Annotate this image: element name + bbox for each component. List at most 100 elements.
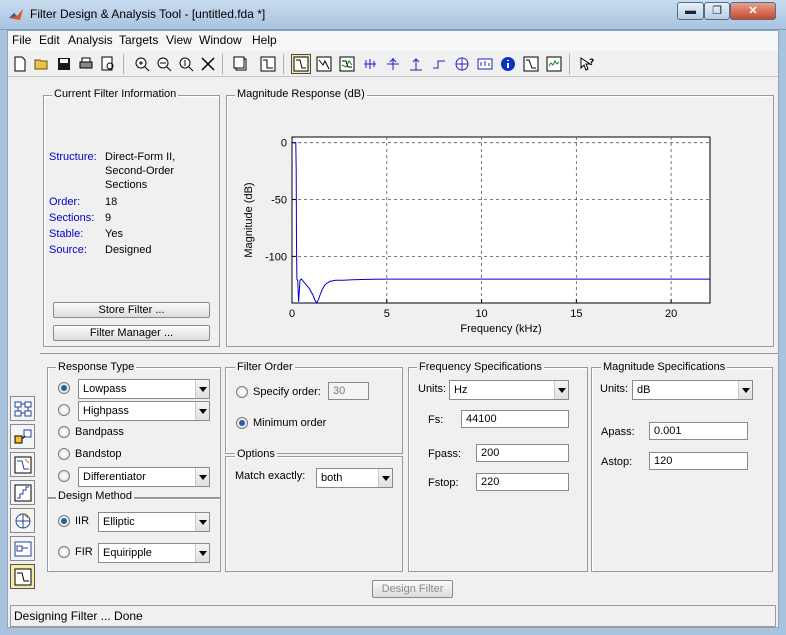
- fir-method-dropdown[interactable]: Equiripple: [98, 543, 210, 563]
- options-title: Options: [235, 448, 277, 460]
- iir-radio[interactable]: [58, 515, 70, 527]
- y-tick-label: -100: [265, 251, 287, 263]
- y-axis-label: Magnitude (dB): [243, 182, 255, 257]
- mag-units-label: Units:: [600, 383, 629, 395]
- lowpass-dropdown[interactable]: Lowpass: [78, 379, 210, 399]
- bandpass-radio[interactable]: [58, 426, 70, 438]
- freq-units-dropdown[interactable]: Hz: [449, 380, 569, 400]
- fs-input[interactable]: 44100: [461, 410, 569, 428]
- match-exactly-dropdown[interactable]: both: [316, 468, 393, 488]
- chevron-down-icon: [195, 468, 209, 486]
- menu-help[interactable]: Help: [252, 33, 277, 47]
- specify-order-input[interactable]: 30: [328, 382, 369, 400]
- toolbar: ?: [8, 51, 778, 77]
- phase-delay-icon[interactable]: [383, 54, 403, 74]
- magnitude-estimate-icon[interactable]: [521, 54, 541, 74]
- lowpass-radio[interactable]: [58, 382, 70, 394]
- design-method-title: Design Method: [56, 490, 134, 502]
- minimum-order-radio[interactable]: [236, 417, 248, 429]
- x-axis-label: Frequency (kHz): [460, 323, 541, 335]
- chevron-down-icon: [378, 469, 392, 487]
- lowpass-value: Lowpass: [83, 383, 127, 395]
- group-delay-icon[interactable]: [360, 54, 380, 74]
- highpass-radio[interactable]: [58, 404, 70, 416]
- menu-edit[interactable]: Edit: [39, 33, 60, 47]
- magnitude-response-plot[interactable]: 0 5 10 15 20 0 -50 -100 Frequency (kHz) Magnitude…: [227, 100, 773, 336]
- save-icon[interactable]: [54, 54, 74, 74]
- filter-manager-button[interactable]: Filter Manager ...: [53, 325, 210, 341]
- print-preview-icon[interactable]: [98, 54, 118, 74]
- mag-phase-icon[interactable]: [337, 54, 357, 74]
- menu-targets[interactable]: Targets: [119, 33, 158, 47]
- bandstop-radio[interactable]: [58, 448, 70, 460]
- impulse-response-icon[interactable]: [406, 54, 426, 74]
- differentiator-value: Differentiator: [83, 471, 146, 483]
- highpass-dropdown[interactable]: Highpass: [78, 401, 210, 421]
- sidebar-transform-filter[interactable]: [10, 396, 35, 421]
- mag-units-dropdown[interactable]: dB: [632, 380, 753, 400]
- full-view-icon[interactable]: [198, 54, 218, 74]
- order-value: 18: [105, 196, 118, 208]
- title-bar: Filter Design & Analysis Tool - [untitle…: [0, 0, 786, 30]
- frequency-specs-title: Frequency Specifications: [417, 361, 544, 373]
- block-diagram-icon: [14, 401, 31, 416]
- store-filter-button[interactable]: Store Filter ...: [53, 302, 210, 318]
- coefficients-icon[interactable]: [475, 54, 495, 74]
- y-tick-label: -50: [271, 195, 287, 207]
- new-file-icon[interactable]: [10, 54, 30, 74]
- sidebar-import-filter[interactable]: [10, 452, 35, 477]
- sidebar-quantization[interactable]: [10, 480, 35, 505]
- differentiator-dropdown[interactable]: Differentiator: [78, 467, 210, 487]
- differentiator-radio[interactable]: [58, 470, 70, 482]
- specify-order-radio[interactable]: [236, 386, 248, 398]
- fir-radio[interactable]: [58, 546, 70, 558]
- chevron-down-icon: [195, 402, 209, 420]
- design-filter-button[interactable]: Design Filter: [372, 580, 453, 598]
- bandstop-label: Bandstop: [75, 448, 122, 460]
- design-filter-icon: [14, 568, 31, 585]
- order-label: Order:: [49, 196, 81, 208]
- menu-view[interactable]: View: [166, 33, 192, 47]
- close-button[interactable]: ✕: [730, 2, 776, 20]
- x-tick-label: 10: [475, 308, 487, 320]
- current-filter-title: Current Filter Information: [52, 88, 179, 100]
- phase-response-icon[interactable]: [314, 54, 334, 74]
- filter-specs-icon[interactable]: [258, 54, 278, 74]
- highpass-value: Highpass: [83, 405, 129, 417]
- astop-input[interactable]: 120: [649, 452, 748, 470]
- maximize-button[interactable]: ❐: [704, 2, 730, 20]
- zoom-x-icon[interactable]: [154, 54, 174, 74]
- iir-method-dropdown[interactable]: Elliptic: [98, 512, 210, 532]
- fpass-input[interactable]: 200: [476, 444, 569, 462]
- stable-value: Yes: [105, 228, 123, 240]
- step-response-icon[interactable]: [429, 54, 449, 74]
- mag-units-value: dB: [637, 384, 651, 396]
- chevron-down-icon: [554, 381, 568, 399]
- structure-value-2: Second-Order: [105, 165, 175, 177]
- magnitude-response-icon[interactable]: [291, 54, 311, 74]
- chevron-down-icon: [195, 544, 209, 562]
- fstop-input[interactable]: 220: [476, 473, 569, 491]
- zoom-y-icon[interactable]: [176, 54, 196, 74]
- menu-file[interactable]: File: [12, 33, 31, 47]
- print-icon[interactable]: [76, 54, 96, 74]
- noise-power-icon[interactable]: [544, 54, 564, 74]
- menu-window[interactable]: Window: [199, 33, 242, 47]
- sidebar-create-multirate[interactable]: [10, 424, 35, 449]
- pole-zero-icon[interactable]: [452, 54, 472, 74]
- apass-input[interactable]: 0.001: [649, 422, 748, 440]
- info-icon[interactable]: [498, 54, 518, 74]
- structure-value: Direct-Form II,: [105, 151, 176, 163]
- bandpass-label: Bandpass: [75, 426, 124, 438]
- svg-text:?: ?: [589, 58, 594, 68]
- minimize-button[interactable]: ▬: [677, 2, 704, 20]
- new-figure-icon[interactable]: [230, 54, 250, 74]
- sidebar-design-filter[interactable]: [10, 564, 35, 589]
- whats-this-help-icon[interactable]: ?: [577, 54, 597, 74]
- sidebar-pole-zero-editor[interactable]: [10, 508, 35, 533]
- matlab-app-icon: [9, 9, 23, 20]
- sidebar-realize-model[interactable]: [10, 536, 35, 561]
- menu-analysis[interactable]: Analysis: [68, 33, 113, 47]
- open-folder-icon[interactable]: [32, 54, 52, 74]
- zoom-in-icon[interactable]: [132, 54, 152, 74]
